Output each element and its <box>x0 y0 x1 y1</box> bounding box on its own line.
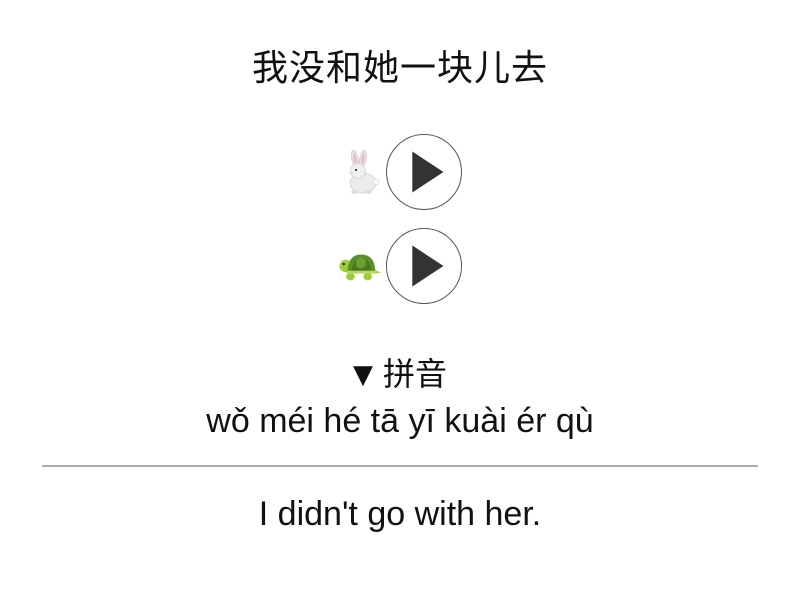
flashcard: 我没和她一块儿去 ▼ 拼音 wǒ méi hé tā yī kuài ér qù… <box>0 0 800 600</box>
turtle-icon <box>338 243 384 289</box>
pinyin-toggle-label: 拼音 <box>382 355 447 393</box>
pinyin-toggle[interactable]: ▼ 拼音 <box>0 352 800 399</box>
rabbit-icon <box>338 149 384 195</box>
play-normal-speed-button[interactable] <box>386 134 462 210</box>
chinese-sentence: 我没和她一块儿去 <box>251 48 548 89</box>
english-translation: I didn't go with her. <box>258 495 542 533</box>
play-icon <box>412 245 444 287</box>
triangle-down-icon: ▼ <box>352 360 373 390</box>
play-icon <box>412 151 444 193</box>
audio-row-normal-speed <box>0 134 800 210</box>
pinyin-text: wǒ méi hé tā yī kuài ér qù <box>206 402 594 440</box>
play-slow-speed-button[interactable] <box>386 228 462 304</box>
audio-row-slow-speed <box>0 228 800 304</box>
divider <box>42 465 758 467</box>
